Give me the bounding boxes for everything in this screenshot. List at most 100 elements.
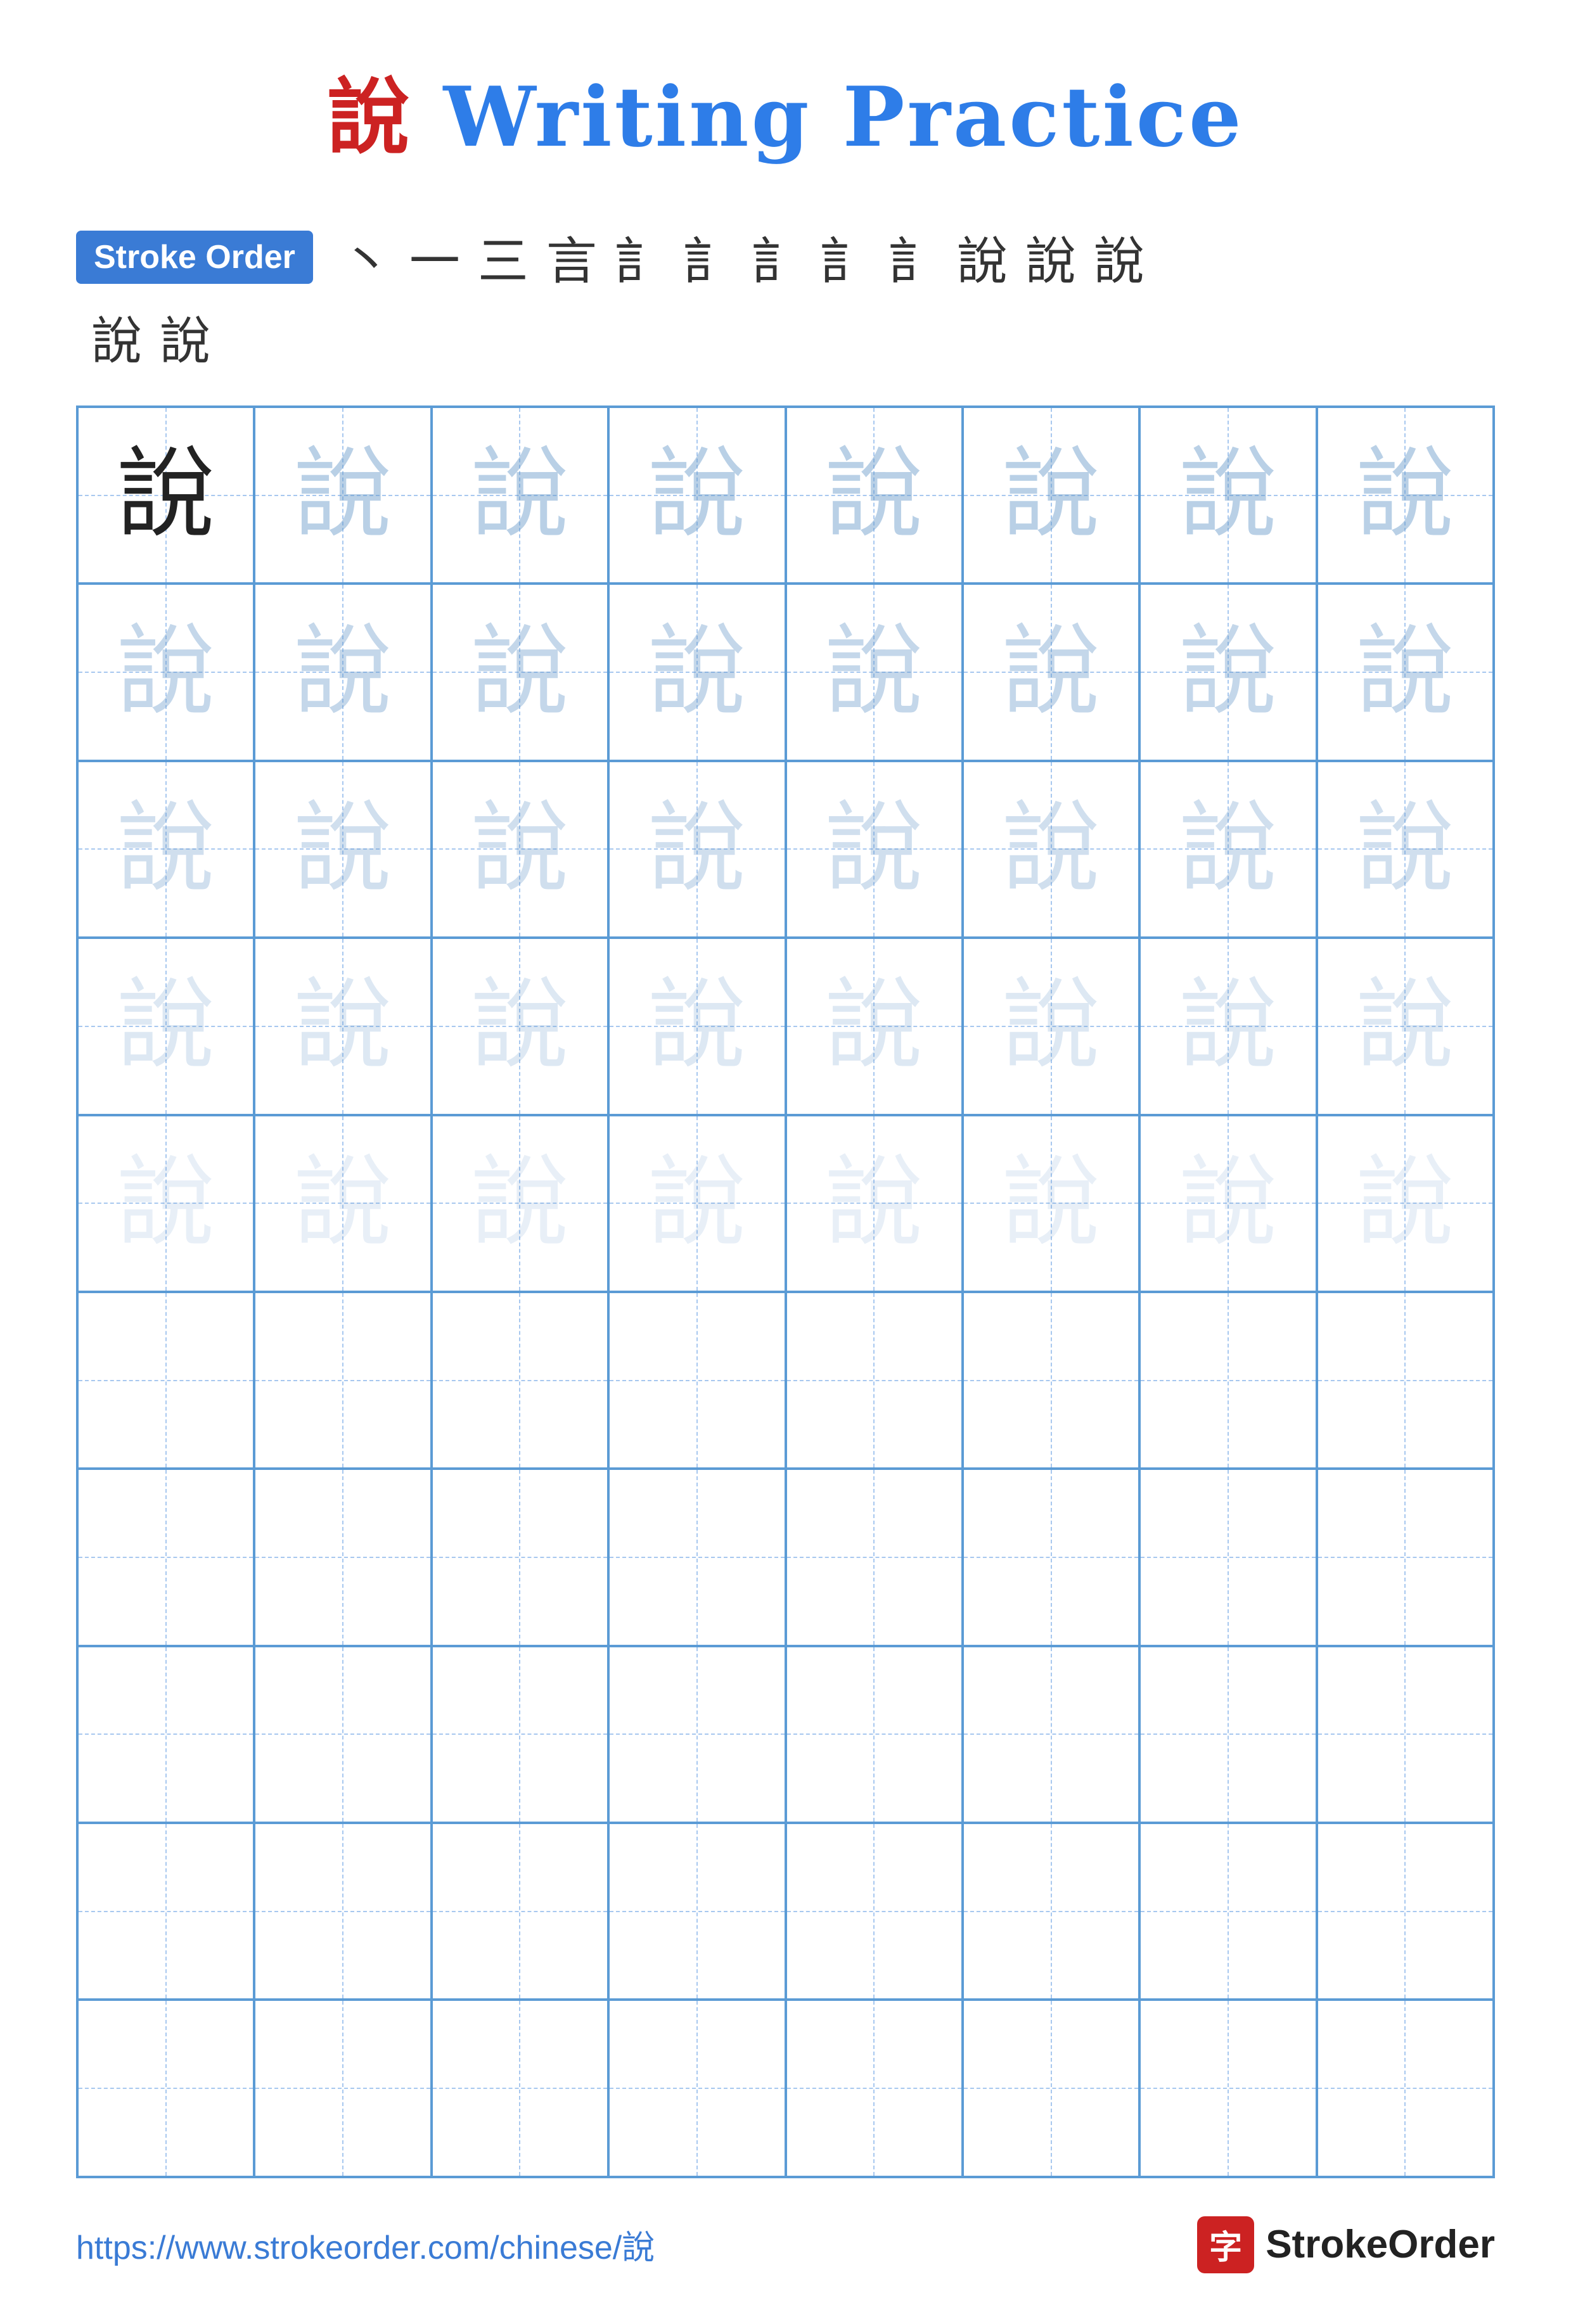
char-display: 說 bbox=[1002, 800, 1100, 898]
grid-cell-2-7[interactable]: 說 bbox=[1317, 584, 1494, 760]
grid-cell-10-7[interactable] bbox=[1317, 2000, 1494, 2176]
grid-cell-10-1[interactable] bbox=[254, 2000, 431, 2176]
grid-cell-5-0[interactable]: 說 bbox=[77, 1115, 254, 1292]
grid-cell-4-1[interactable]: 說 bbox=[254, 938, 431, 1114]
grid-cell-10-3[interactable] bbox=[608, 2000, 785, 2176]
grid-cell-5-4[interactable]: 說 bbox=[786, 1115, 963, 1292]
grid-cell-4-2[interactable]: 說 bbox=[432, 938, 608, 1114]
grid-cell-9-7[interactable] bbox=[1317, 1823, 1494, 2000]
grid-row-9 bbox=[77, 1823, 1494, 2000]
grid-cell-8-1[interactable] bbox=[254, 1646, 431, 1823]
grid-cell-4-3[interactable]: 說 bbox=[608, 938, 785, 1114]
grid-cell-8-7[interactable] bbox=[1317, 1646, 1494, 1823]
grid-cell-9-5[interactable] bbox=[963, 1823, 1139, 2000]
grid-cell-6-1[interactable] bbox=[254, 1292, 431, 1469]
grid-cell-7-5[interactable] bbox=[963, 1469, 1139, 1645]
grid-cell-9-4[interactable] bbox=[786, 1823, 963, 2000]
grid-cell-7-1[interactable] bbox=[254, 1469, 431, 1645]
grid-cell-10-0[interactable] bbox=[77, 2000, 254, 2176]
grid-cell-8-6[interactable] bbox=[1139, 1646, 1316, 1823]
grid-cell-5-5[interactable]: 說 bbox=[963, 1115, 1139, 1292]
char-display: 說 bbox=[1179, 977, 1277, 1075]
grid-cell-10-2[interactable] bbox=[432, 2000, 608, 2176]
grid-cell-6-2[interactable] bbox=[432, 1292, 608, 1469]
char-display: 說 bbox=[825, 977, 923, 1075]
grid-cell-6-6[interactable] bbox=[1139, 1292, 1316, 1469]
grid-cell-3-6[interactable]: 說 bbox=[1139, 761, 1316, 938]
grid-cell-5-1[interactable]: 說 bbox=[254, 1115, 431, 1292]
char-display: 說 bbox=[294, 623, 392, 722]
char-display: 說 bbox=[648, 800, 746, 898]
grid-cell-3-5[interactable]: 說 bbox=[963, 761, 1139, 938]
char-display: 說 bbox=[294, 1154, 392, 1253]
grid-cell-2-1[interactable]: 說 bbox=[254, 584, 431, 760]
grid-cell-6-3[interactable] bbox=[608, 1292, 785, 1469]
grid-cell-1-7[interactable]: 說 bbox=[1317, 407, 1494, 584]
stroke-13: 說 bbox=[91, 300, 142, 374]
grid-cell-10-6[interactable] bbox=[1139, 2000, 1316, 2176]
grid-cell-7-4[interactable] bbox=[786, 1469, 963, 1645]
grid-cell-1-0[interactable]: 說 bbox=[77, 407, 254, 584]
grid-cell-9-2[interactable] bbox=[432, 1823, 608, 2000]
grid-cell-10-4[interactable] bbox=[786, 2000, 963, 2176]
grid-row-8 bbox=[77, 1646, 1494, 1823]
grid-cell-6-4[interactable] bbox=[786, 1292, 963, 1469]
grid-cell-7-3[interactable] bbox=[608, 1469, 785, 1645]
char-display: 說 bbox=[294, 977, 392, 1075]
grid-cell-5-6[interactable]: 說 bbox=[1139, 1115, 1316, 1292]
grid-cell-4-4[interactable]: 說 bbox=[786, 938, 963, 1114]
grid-cell-3-0[interactable]: 說 bbox=[77, 761, 254, 938]
stroke-7: 訁 bbox=[752, 220, 802, 294]
grid-cell-3-2[interactable]: 說 bbox=[432, 761, 608, 938]
grid-cell-8-0[interactable] bbox=[77, 1646, 254, 1823]
grid-cell-1-1[interactable]: 說 bbox=[254, 407, 431, 584]
grid-cell-6-7[interactable] bbox=[1317, 1292, 1494, 1469]
grid-cell-1-3[interactable]: 說 bbox=[608, 407, 785, 584]
grid-cell-2-4[interactable]: 說 bbox=[786, 584, 963, 760]
grid-cell-3-3[interactable]: 說 bbox=[608, 761, 785, 938]
grid-cell-2-0[interactable]: 說 bbox=[77, 584, 254, 760]
title-text: Writing Practice bbox=[412, 68, 1243, 165]
grid-cell-1-6[interactable]: 說 bbox=[1139, 407, 1316, 584]
char-display: 說 bbox=[648, 623, 746, 722]
grid-cell-10-5[interactable] bbox=[963, 2000, 1139, 2176]
grid-cell-2-5[interactable]: 說 bbox=[963, 584, 1139, 760]
grid-cell-8-5[interactable] bbox=[963, 1646, 1139, 1823]
stroke-5: 訁 bbox=[615, 220, 665, 294]
grid-cell-7-6[interactable] bbox=[1139, 1469, 1316, 1645]
grid-cell-4-0[interactable]: 說 bbox=[77, 938, 254, 1114]
grid-cell-1-5[interactable]: 說 bbox=[963, 407, 1139, 584]
grid-cell-3-1[interactable]: 說 bbox=[254, 761, 431, 938]
footer-url[interactable]: https://www.strokeorder.com/chinese/說 bbox=[76, 2221, 655, 2268]
grid-cell-5-3[interactable]: 說 bbox=[608, 1115, 785, 1292]
grid-cell-2-3[interactable]: 說 bbox=[608, 584, 785, 760]
grid-cell-4-6[interactable]: 說 bbox=[1139, 938, 1316, 1114]
grid-cell-7-0[interactable] bbox=[77, 1469, 254, 1645]
grid-cell-6-5[interactable] bbox=[963, 1292, 1139, 1469]
char-display: 說 bbox=[471, 977, 569, 1075]
grid-cell-8-2[interactable] bbox=[432, 1646, 608, 1823]
grid-cell-2-6[interactable]: 說 bbox=[1139, 584, 1316, 760]
grid-cell-5-7[interactable]: 說 bbox=[1317, 1115, 1494, 1292]
grid-cell-8-4[interactable] bbox=[786, 1646, 963, 1823]
grid-cell-2-2[interactable]: 說 bbox=[432, 584, 608, 760]
char-display: 說 bbox=[1002, 977, 1100, 1075]
grid-cell-4-7[interactable]: 說 bbox=[1317, 938, 1494, 1114]
grid-cell-7-7[interactable] bbox=[1317, 1469, 1494, 1645]
grid-cell-3-4[interactable]: 說 bbox=[786, 761, 963, 938]
grid-cell-9-0[interactable] bbox=[77, 1823, 254, 2000]
grid-cell-9-3[interactable] bbox=[608, 1823, 785, 2000]
char-display: 說 bbox=[1356, 623, 1454, 722]
grid-cell-1-4[interactable]: 說 bbox=[786, 407, 963, 584]
grid-cell-8-3[interactable] bbox=[608, 1646, 785, 1823]
char-display: 說 bbox=[1356, 1154, 1454, 1253]
grid-cell-4-5[interactable]: 說 bbox=[963, 938, 1139, 1114]
grid-cell-5-2[interactable]: 說 bbox=[432, 1115, 608, 1292]
grid-cell-7-2[interactable] bbox=[432, 1469, 608, 1645]
grid-cell-9-1[interactable] bbox=[254, 1823, 431, 2000]
grid-cell-9-6[interactable] bbox=[1139, 1823, 1316, 2000]
grid-cell-1-2[interactable]: 說 bbox=[432, 407, 608, 584]
char-display: 說 bbox=[1356, 446, 1454, 544]
grid-cell-3-7[interactable]: 說 bbox=[1317, 761, 1494, 938]
grid-cell-6-0[interactable] bbox=[77, 1292, 254, 1469]
